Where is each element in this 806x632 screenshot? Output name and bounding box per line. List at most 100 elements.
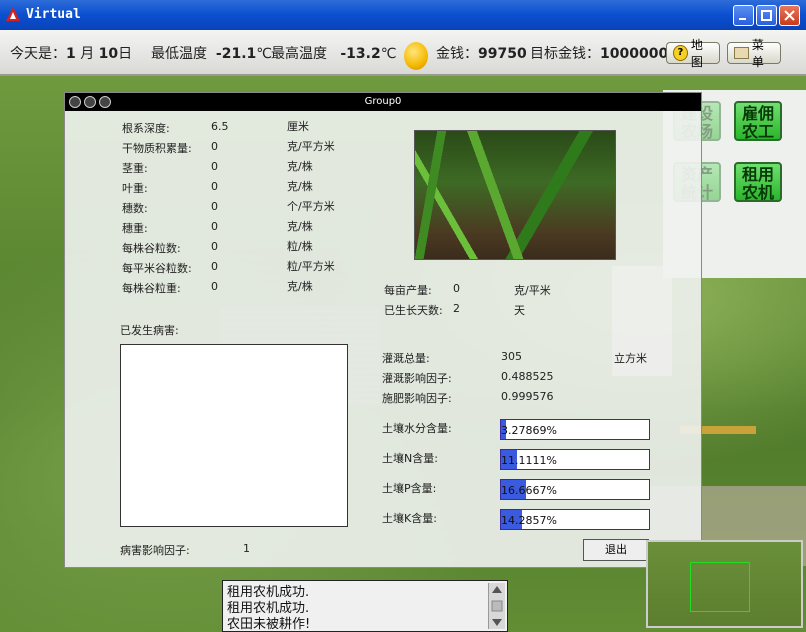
yield-value: 0 — [453, 282, 460, 295]
stat-value: 0 — [211, 140, 218, 153]
yield-label: 每亩产量: — [384, 284, 432, 297]
window-titlebar[interactable]: Virtual — [0, 0, 806, 30]
menu-button-label: 菜单 — [751, 38, 764, 69]
app-icon — [6, 7, 20, 21]
help-icon: ? — [673, 45, 688, 61]
rent-machine-line2: 农机 — [741, 183, 774, 202]
crop-photo — [414, 130, 616, 260]
map-button-label: 地图 — [690, 38, 703, 69]
money-label: 金钱： — [436, 46, 478, 62]
dialog-titlebar[interactable]: Group0 — [65, 93, 701, 111]
irrigation-total-label: 灌溉总量: — [382, 352, 430, 365]
stat-value: 0 — [211, 260, 218, 273]
soil-bar-text: 16.6667% — [501, 484, 557, 497]
irrigation-factor-label: 灌溉影响因子: — [382, 372, 452, 385]
stat-label: 每株谷粒重: — [122, 282, 181, 295]
minimap[interactable] — [646, 540, 803, 628]
stat-value: 0 — [211, 180, 218, 193]
fertilizer-factor-label: 施肥影响因子: — [382, 392, 452, 405]
fertilizer-factor-value: 0.999576 — [501, 390, 554, 403]
day-value: 10 — [98, 46, 119, 62]
rent-machine-button[interactable]: 租用 农机 — [734, 162, 782, 202]
stat-unit: 克/平方米 — [287, 140, 335, 153]
stat-unit: 克/株 — [287, 160, 313, 173]
irrigation-total-value: 305 — [501, 350, 522, 363]
today-label: 今天是： — [10, 46, 66, 62]
stat-unit: 克/株 — [287, 280, 313, 293]
soil-bar-text: 3.27869% — [501, 424, 557, 437]
hire-worker-button[interactable]: 雇佣 农工 — [734, 101, 782, 141]
stat-value: 6.5 — [211, 120, 229, 133]
minimize-icon — [739, 18, 746, 20]
rent-machine-line1: 租用 — [741, 165, 774, 184]
max-temp-label: 最高温度 — [271, 46, 327, 62]
soil-progress-bar: 16.6667% — [500, 479, 650, 500]
map-button[interactable]: ? 地图 — [666, 38, 720, 69]
yield-unit: 克/平米 — [514, 284, 551, 297]
crop-info-dialog: Group0 根系深度: 6.5 厘米 干物质积累量: 0 克/平方米 茎重: … — [64, 92, 702, 568]
soil-label: 土壤N含量: — [382, 452, 438, 465]
message-line: 农田未被耕作! — [227, 617, 311, 632]
min-temp-unit: ℃ — [256, 46, 272, 62]
stat-label: 每平米谷粒数: — [122, 262, 192, 275]
soil-label: 土壤K含量: — [382, 512, 437, 525]
money-display: 金钱：99750 — [436, 43, 527, 63]
stat-label: 干物质积累量: — [122, 142, 192, 155]
menu-button[interactable]: 菜单 — [727, 38, 781, 69]
target-value: 1000000 — [600, 46, 669, 62]
message-scrollbar[interactable] — [488, 583, 505, 629]
min-temp-value: -21.1 — [215, 46, 257, 62]
hire-worker-line2: 农工 — [741, 122, 774, 141]
stat-label: 穗重: — [122, 222, 148, 235]
stat-label: 每株谷粒数: — [122, 242, 181, 255]
max-temp-display: 最高温度 -13.2℃ — [271, 43, 396, 63]
irrigation-factor-value: 0.488525 — [501, 370, 554, 383]
stat-unit: 粒/株 — [287, 240, 313, 253]
stat-unit: 个/平方米 — [287, 200, 335, 213]
month-unit: 月 — [80, 46, 95, 62]
exit-button[interactable]: 退出 — [583, 539, 649, 561]
stat-unit: 厘米 — [287, 120, 309, 133]
soil-progress-bar: 3.27869% — [500, 419, 650, 440]
stat-label: 根系深度: — [122, 122, 170, 135]
target-label: 目标金钱： — [530, 46, 600, 62]
message-log[interactable]: 租用农机成功. 租用农机成功. 农田未被耕作! — [222, 580, 508, 632]
stat-value: 0 — [211, 160, 218, 173]
dialog-info-icon[interactable] — [99, 96, 111, 108]
minimize-button[interactable] — [733, 5, 754, 26]
date-display: 今天是：1 月 10日 — [10, 43, 132, 63]
soil-bar-text: 14.2857% — [501, 514, 557, 527]
stat-value: 0 — [211, 220, 218, 233]
coin-icon — [404, 42, 428, 70]
close-icon — [784, 10, 795, 21]
soil-label: 土壤P含量: — [382, 482, 437, 495]
target-display: 目标金钱：1000000 — [530, 43, 668, 63]
money-value: 99750 — [478, 46, 527, 62]
irrigation-unit: 立方米 — [614, 352, 647, 365]
dialog-close-icon[interactable] — [69, 96, 81, 108]
dialog-restore-icon[interactable] — [84, 96, 96, 108]
max-temp-unit: ℃ — [380, 46, 397, 62]
hire-worker-line1: 雇佣 — [741, 104, 774, 123]
window-title: Virtual — [26, 7, 81, 22]
close-button[interactable] — [779, 5, 800, 26]
day-unit: 日 — [118, 46, 133, 62]
stat-label: 叶重: — [122, 182, 148, 195]
minimap-viewport[interactable] — [690, 562, 750, 612]
soil-label: 土壤水分含量: — [382, 422, 452, 435]
disease-list[interactable] — [120, 344, 348, 527]
stat-value: 0 — [211, 200, 218, 213]
maximize-button[interactable] — [756, 5, 777, 26]
min-temp-display: 最低温度 -21.1℃ — [151, 43, 272, 63]
stat-label: 茎重: — [122, 162, 148, 175]
min-temp-label: 最低温度 — [151, 46, 207, 62]
maximize-icon — [761, 10, 772, 21]
menu-icon — [734, 47, 749, 59]
soil-progress-bar: 14.2857% — [500, 509, 650, 530]
days-label: 已生长天数: — [384, 304, 443, 317]
stat-value: 0 — [211, 280, 218, 293]
stat-unit: 克/株 — [287, 220, 313, 233]
dialog-title: Group0 — [364, 96, 402, 107]
stat-value: 0 — [211, 240, 218, 253]
stat-unit: 粒/平方米 — [287, 260, 335, 273]
